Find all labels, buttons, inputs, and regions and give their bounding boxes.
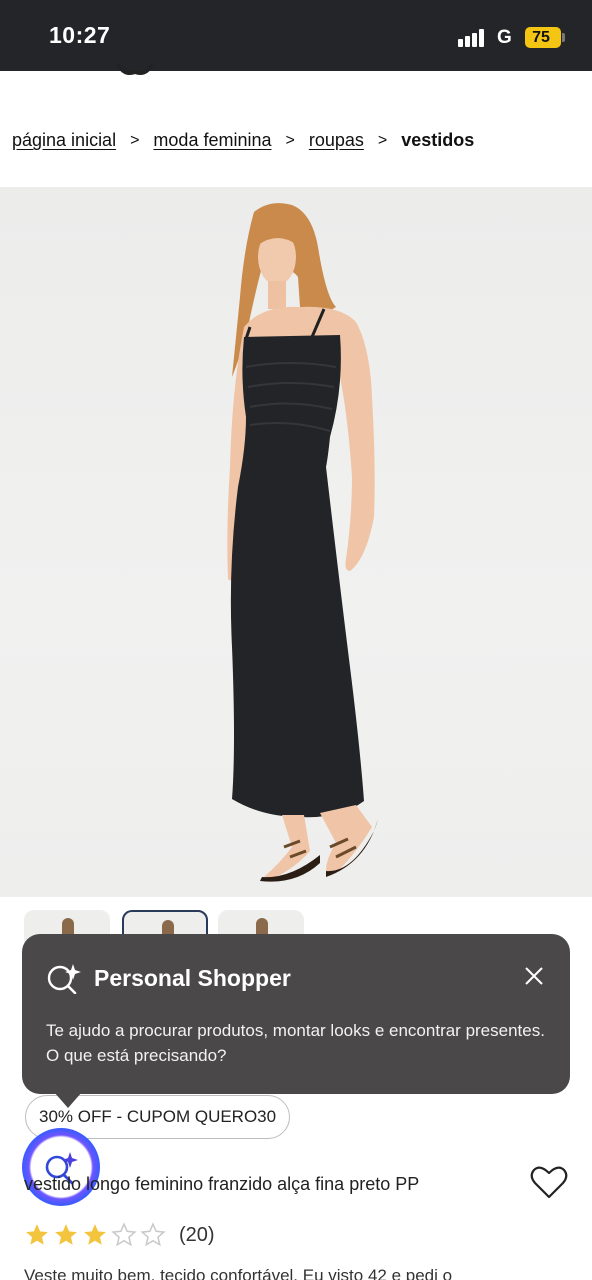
product-photo-illustration xyxy=(227,203,378,882)
breadcrumb-moda-feminina[interactable]: moda feminina xyxy=(153,130,271,151)
breadcrumb-roupas[interactable]: roupas xyxy=(309,130,364,151)
breadcrumb-current: vestidos xyxy=(401,130,475,150)
breadcrumb: página inicial > moda feminina > roupas … xyxy=(12,130,474,151)
status-bar: 10:27 G 75 xyxy=(0,0,592,71)
breadcrumb-separator: > xyxy=(285,131,295,149)
battery-level: 75 xyxy=(532,29,550,46)
star-empty-icon xyxy=(140,1222,166,1247)
close-icon[interactable] xyxy=(522,964,546,988)
star-filled-icon xyxy=(26,1224,48,1245)
star-filled-icon xyxy=(84,1224,106,1245)
breadcrumb-separator: > xyxy=(130,131,140,149)
review-snippet: Veste muito bem, tecido confortável. Eu … xyxy=(24,1266,453,1280)
popover-title: Personal Shopper xyxy=(94,964,291,991)
battery-icon: 75 xyxy=(525,27,565,48)
heart-icon[interactable] xyxy=(530,1164,568,1200)
carrier-label: G xyxy=(497,27,512,48)
popover-header: Personal Shopper xyxy=(46,962,291,994)
popover-pointer xyxy=(54,1092,82,1108)
breadcrumb-home[interactable]: página inicial xyxy=(12,130,116,151)
sparkle-search-icon xyxy=(47,964,81,994)
product-rating: (20) xyxy=(24,1222,215,1248)
star-empty-icon xyxy=(111,1222,137,1247)
signal-icon xyxy=(458,29,484,47)
popover-message: Te ajudo a procurar produtos, montar loo… xyxy=(46,1021,545,1065)
personal-shopper-popover: Personal Shopper Te ajudo a procurar pro… xyxy=(22,934,570,1108)
product-title: vestido longo feminino franzido alça fin… xyxy=(24,1174,420,1194)
star-filled-icon xyxy=(55,1224,77,1245)
product-image[interactable] xyxy=(0,187,592,897)
status-time: 10:27 xyxy=(49,22,111,48)
breadcrumb-separator: > xyxy=(377,131,388,149)
review-count[interactable]: (20) xyxy=(179,1224,215,1247)
logo-fragment xyxy=(116,64,154,75)
